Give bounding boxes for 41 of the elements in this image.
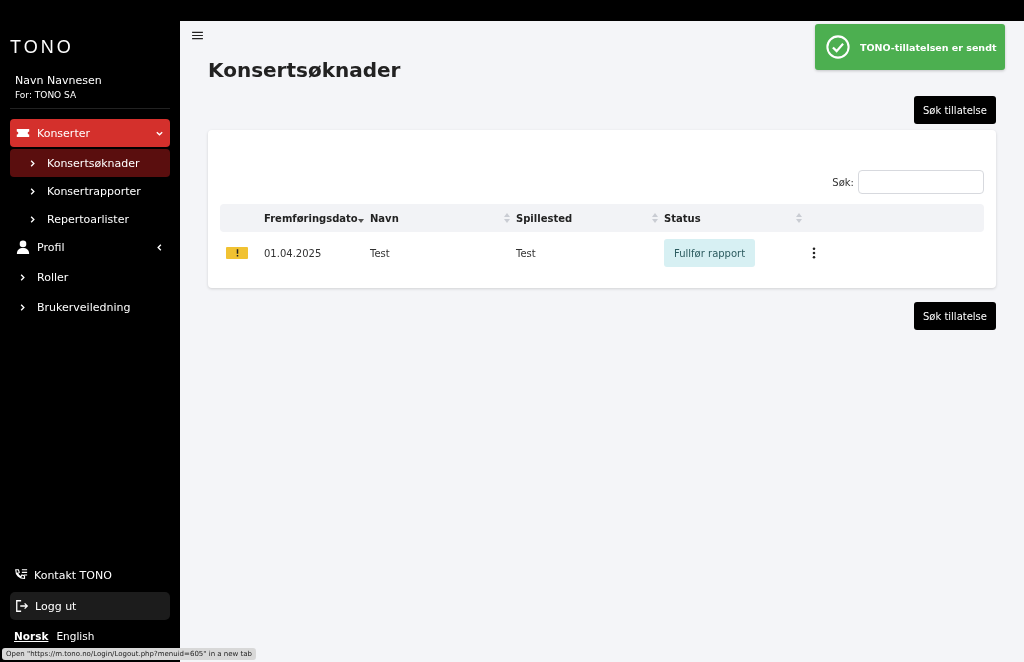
user-name: Navn Navnesen (15, 74, 103, 87)
toast-notification: TONO-tillatelsen er sendt (815, 24, 1005, 70)
search-label: Søk: (832, 176, 854, 188)
chevron-left-icon (155, 242, 164, 252)
table-cell: 01.04.2025 (264, 247, 322, 259)
nav-item[interactable]: Profil (10, 233, 170, 261)
check-circle-icon (826, 35, 850, 59)
search-field[interactable] (858, 170, 984, 194)
person-icon (16, 240, 30, 254)
nav-item[interactable]: Roller (10, 263, 170, 291)
language-link[interactable]: Norsk (14, 630, 49, 642)
phone-list-icon (14, 568, 28, 582)
more-options-icon[interactable] (812, 247, 816, 259)
chevron-right-icon (28, 214, 37, 224)
submenu-item[interactable]: Konsertsøknader (10, 149, 170, 177)
chevron-right-icon (28, 186, 37, 196)
table-cell: Test (370, 247, 390, 259)
chevron-right-icon (18, 272, 27, 282)
submenu-item[interactable]: Repertoarlister (10, 205, 170, 233)
column-header[interactable]: Fremføringsdato (264, 212, 370, 224)
column-header[interactable]: Navn (370, 212, 516, 224)
column-header[interactable]: Spillested (516, 212, 664, 224)
chevron-right-icon (28, 158, 37, 168)
logo: TONO (10, 37, 74, 57)
organization-label: For: TONO SA (15, 90, 78, 100)
menu-icon[interactable] (192, 31, 203, 40)
apply-button[interactable]: Søk tillatelse (913, 96, 996, 124)
nav-item[interactable]: Brukerveiledning (10, 293, 170, 321)
table-cell: Test (516, 247, 536, 259)
nav-item[interactable]: Konserter (10, 119, 170, 147)
logout-button[interactable]: Logg ut (10, 592, 170, 620)
chevron-right-icon (18, 302, 27, 312)
submenu-item[interactable]: Konsertrapporter (10, 177, 170, 205)
language-link[interactable]: English (56, 630, 95, 642)
apply-button[interactable]: Søk tillatelse (913, 302, 996, 330)
column-header[interactable]: Status (664, 212, 808, 224)
page-title: Konsertsøknader (208, 58, 402, 82)
status-button[interactable]: Fullfør rapport (664, 239, 756, 267)
contact-link[interactable]: Kontakt TONO (10, 562, 170, 588)
logout-icon (15, 599, 29, 613)
ticket-icon (16, 126, 30, 140)
